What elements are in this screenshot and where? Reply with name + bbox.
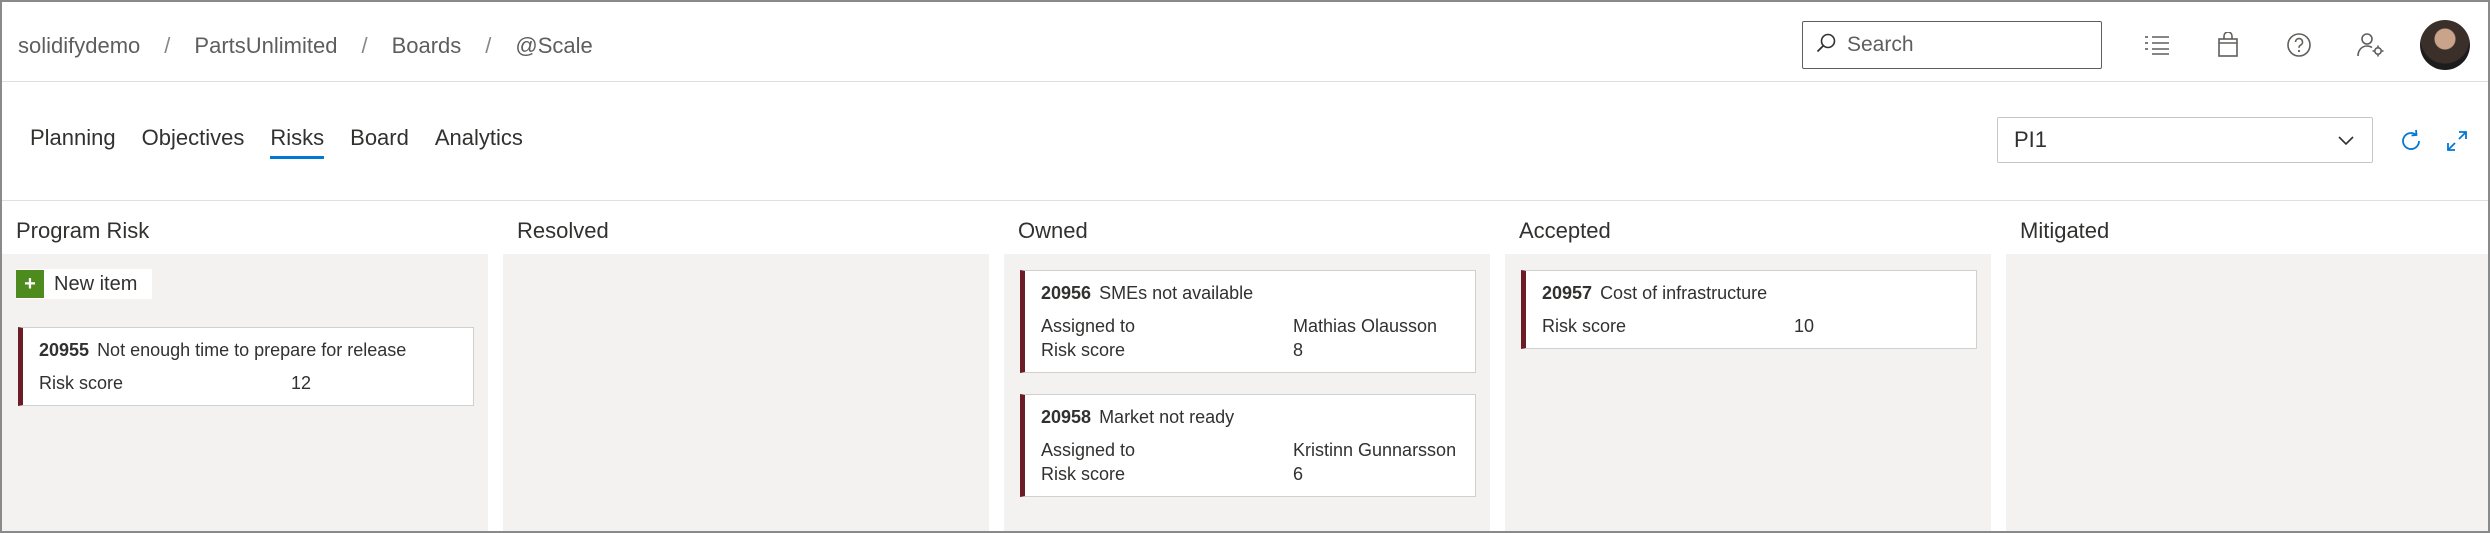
iteration-select-value: PI1 [2014,127,2048,152]
card-title-text: SMEs not available [1099,283,1254,303]
field-label: Risk score [1041,340,1126,360]
app-window: solidifydemo / PartsUnlimited / Boards /… [0,0,2490,533]
breadcrumb-separator: / [485,33,492,58]
new-item-label: New item [54,272,138,295]
plus-icon: + [16,270,44,298]
card-field: Risk score 8 [1041,338,1459,362]
card-id: 20957 [1542,283,1593,303]
search-input[interactable] [1847,33,2087,57]
field-label: Assigned to [1041,440,1136,460]
risk-card[interactable]: 20956 SMEs not available Assigned to Mathi… [1020,270,1476,373]
column-title: Owned [1018,218,1088,243]
field-label: Risk score [1041,464,1126,484]
column-body: 20957 Cost of infrastructure Risk score 10 [1505,254,1991,531]
field-value: 8 [1293,340,1304,360]
column-program-risk: Program Risk + New item 20955 Not enough … [2,202,488,531]
card-title: 20956 SMEs not available [1041,283,1459,304]
user-settings-icon[interactable] [2352,26,2390,64]
breadcrumb-scale[interactable]: @Scale [515,33,592,59]
column-body: 20956 SMEs not available Assigned to Mathi… [1004,254,1490,531]
card-title: 20955 Not enough time to prepare for rele… [39,340,457,361]
field-label: Risk score [39,373,124,393]
refresh-icon[interactable] [2396,126,2426,156]
card-field: Risk score 12 [39,371,457,395]
tab-analytics[interactable]: Analytics [435,125,523,159]
card-title-text: Market not ready [1099,407,1235,427]
field-value: 10 [1794,316,1815,336]
breadcrumb-boards[interactable]: Boards [392,33,462,59]
column-title: Mitigated [2020,218,2110,243]
card-field: Risk score 6 [1041,462,1459,486]
avatar[interactable] [2420,20,2470,70]
column-title: Program Risk [16,218,150,243]
risk-card[interactable]: 20955 Not enough time to prepare for rele… [18,327,474,406]
card-title: 20958 Market not ready [1041,407,1459,428]
field-value: 6 [1293,464,1304,484]
card-field: Assigned to Mathias Olausson [1041,314,1459,338]
card-title-text: Cost of infrastructure [1600,283,1768,303]
search-icon [1815,32,1837,59]
column-body: + New item 20955 Not enough time to prepa… [2,254,488,531]
breadcrumb-organization[interactable]: solidifydemo [18,33,140,59]
chevron-down-icon [2336,130,2356,156]
tab-objectives[interactable]: Objectives [142,125,245,159]
hub-subnav: Planning Objectives Risks Board Analytic… [2,83,2488,201]
shopping-bag-icon[interactable] [2209,26,2247,64]
column-body [2006,254,2488,531]
column-body [503,254,989,531]
card-field: Risk score 10 [1542,314,1960,338]
column-resolved: Resolved [503,202,989,531]
tab-board[interactable]: Board [350,125,409,159]
column-owned: Owned 20956 SMEs not available Assigned t… [1004,202,1490,531]
field-label: Assigned to [1041,316,1136,336]
column-title: Accepted [1519,218,1611,243]
risk-card[interactable]: 20957 Cost of infrastructure Risk score 10 [1521,270,1977,349]
field-value: Mathias Olausson [1293,316,1438,336]
card-field: Assigned to Kristinn Gunnarsson [1041,438,1459,462]
tab-bar: Planning Objectives Risks Board Analytic… [30,125,549,159]
risk-board: Program Risk + New item 20955 Not enough … [2,202,2488,531]
column-accepted: Accepted 20957 Cost of infrastructure Ris… [1505,202,1991,531]
risk-card[interactable]: 20958 Market not ready Assigned to Kristin… [1020,394,1476,497]
expand-icon[interactable] [2442,126,2472,156]
tab-risks[interactable]: Risks [270,125,324,159]
help-icon[interactable] [2280,26,2318,64]
field-value: 12 [291,373,312,393]
card-id: 20956 [1041,283,1092,303]
card-title-text: Not enough time to prepare for release [97,340,407,360]
column-title: Resolved [517,218,609,243]
top-header: solidifydemo / PartsUnlimited / Boards /… [2,2,2488,82]
field-label: Risk score [1542,316,1627,336]
breadcrumb-project[interactable]: PartsUnlimited [194,33,337,59]
card-title: 20957 Cost of infrastructure [1542,283,1960,304]
column-mitigated: Mitigated [2006,202,2488,531]
iteration-select[interactable]: PI1 [1997,117,2373,163]
card-id: 20955 [39,340,90,360]
breadcrumb-separator: / [164,33,171,58]
tab-planning[interactable]: Planning [30,125,116,159]
field-value: Kristinn Gunnarsson [1293,440,1457,460]
task-list-icon[interactable] [2138,26,2176,64]
breadcrumb-separator: / [361,33,368,58]
breadcrumb: solidifydemo / PartsUnlimited / Boards /… [18,2,593,90]
new-item-button[interactable]: + New item [16,269,152,299]
card-id: 20958 [1041,407,1092,427]
search-box[interactable] [1802,21,2102,69]
